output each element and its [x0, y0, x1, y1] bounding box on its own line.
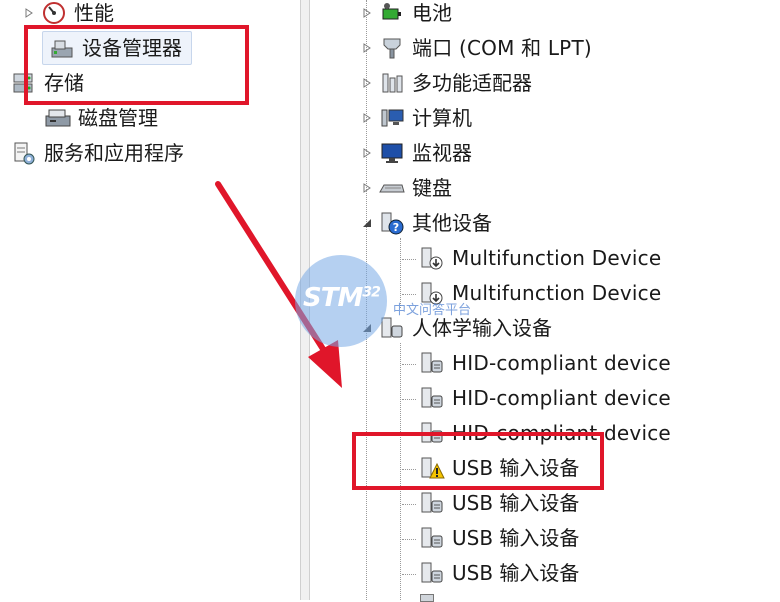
port-icon	[378, 34, 406, 62]
hid-device-icon	[418, 524, 446, 552]
tree-item-computer[interactable]: 计算机	[360, 102, 472, 134]
expand-arrow-icon[interactable]	[360, 41, 374, 55]
tree-item-hid-device[interactable]: HID-compliant device	[418, 382, 671, 414]
tree-item-label: 键盘	[412, 176, 452, 200]
tree-item-monitors[interactable]: 监视器	[360, 137, 472, 169]
annotation-box-device-manager	[24, 25, 249, 105]
tree-item-hid[interactable]: 人体学输入设备	[360, 312, 552, 344]
tree-guide-line	[400, 238, 401, 308]
tree-item-label: Multifunction Device	[452, 281, 662, 305]
tree-item-label: HID-compliant device	[452, 386, 671, 410]
disk-management-icon	[44, 104, 72, 132]
expand-arrow-icon[interactable]	[360, 76, 374, 90]
tree-item-label: 服务和应用程序	[44, 141, 184, 165]
tree-item-hid-device[interactable]: HID-compliant device	[418, 347, 671, 379]
expand-arrow-icon[interactable]	[360, 146, 374, 160]
tree-guide-line	[402, 504, 416, 505]
tree-item-usb-input[interactable]: USB 输入设备	[418, 487, 579, 519]
tree-item-multifunction-device[interactable]: Multifunction Device	[418, 242, 661, 274]
monitor-icon	[378, 139, 406, 167]
tree-item-label: 其他设备	[412, 211, 492, 235]
annotation-box-usb-warning	[352, 432, 604, 490]
adapter-icon	[378, 69, 406, 97]
hid-device-icon	[418, 349, 446, 377]
tree-item-label: 监视器	[412, 141, 472, 165]
tree-guide-line	[402, 364, 416, 365]
tree-item-disk-management[interactable]: 磁盘管理	[44, 102, 158, 134]
collapse-arrow-icon[interactable]	[360, 321, 374, 335]
tree-item-ports[interactable]: 端口 (COM 和 LPT)	[360, 32, 592, 64]
tree-item-label: 多功能适配器	[412, 71, 532, 95]
expand-arrow-icon[interactable]	[22, 6, 36, 20]
tree-item-label: USB 输入设备	[452, 561, 580, 585]
tree-item-label: 端口 (COM 和 LPT)	[412, 36, 592, 60]
tree-item-multifunction-adapters[interactable]: 多功能适配器	[360, 67, 532, 99]
tree-guide-line	[402, 259, 416, 260]
hid-device-icon	[418, 489, 446, 517]
tree-guide-line	[402, 539, 416, 540]
keyboard-icon	[378, 174, 406, 202]
device-warning-icon	[418, 279, 446, 307]
tree-item-label: USB 输入设备	[452, 491, 580, 515]
tree-guide-line	[402, 574, 416, 575]
tree-item-label: 电池	[412, 1, 452, 25]
tree-item-usb-input[interactable]: USB 输入设备	[418, 522, 579, 554]
tree-item-multifunction-device[interactable]: Multifunction Device	[418, 277, 661, 309]
performance-icon	[40, 0, 68, 27]
hid-device-icon	[418, 559, 446, 587]
tree-item-services-apps[interactable]: 服务和应用程序	[10, 137, 184, 169]
services-apps-icon	[10, 139, 38, 167]
tree-item-label: 人体学输入设备	[412, 316, 552, 340]
svg-text:?: ?	[393, 221, 399, 234]
tree-item-label: USB 输入设备	[452, 526, 580, 550]
expand-arrow-icon[interactable]	[360, 111, 374, 125]
tree-item-keyboard[interactable]: 键盘	[360, 172, 452, 204]
tree-item-label: 计算机	[412, 106, 472, 130]
tree-item-label: 磁盘管理	[78, 106, 158, 130]
tree-item-label: Multifunction Device	[452, 246, 662, 270]
unknown-device-icon: ?	[378, 209, 406, 237]
hid-icon	[378, 314, 406, 342]
tree-item-usb-input[interactable]: USB 输入设备	[418, 557, 579, 589]
tree-item-label: HID-compliant device	[452, 351, 671, 375]
expand-arrow-icon[interactable]	[360, 181, 374, 195]
battery-icon	[378, 0, 406, 27]
tree-item-other-devices[interactable]: ? 其他设备	[360, 207, 492, 239]
tree-item-battery[interactable]: 电池	[360, 0, 452, 29]
pane-splitter[interactable]	[300, 0, 310, 600]
computer-icon	[378, 104, 406, 132]
device-tree-pane: 电池 端口 (COM 和 LPT) 多功能适配器 计算机 监视器 键盘 ? 其他…	[310, 0, 780, 602]
expand-arrow-icon[interactable]	[360, 6, 374, 20]
hid-device-icon	[420, 594, 434, 602]
tree-guide-line	[402, 294, 416, 295]
collapse-arrow-icon[interactable]	[360, 216, 374, 230]
hid-device-icon	[418, 384, 446, 412]
device-warning-icon	[418, 244, 446, 272]
tree-guide-line	[402, 399, 416, 400]
